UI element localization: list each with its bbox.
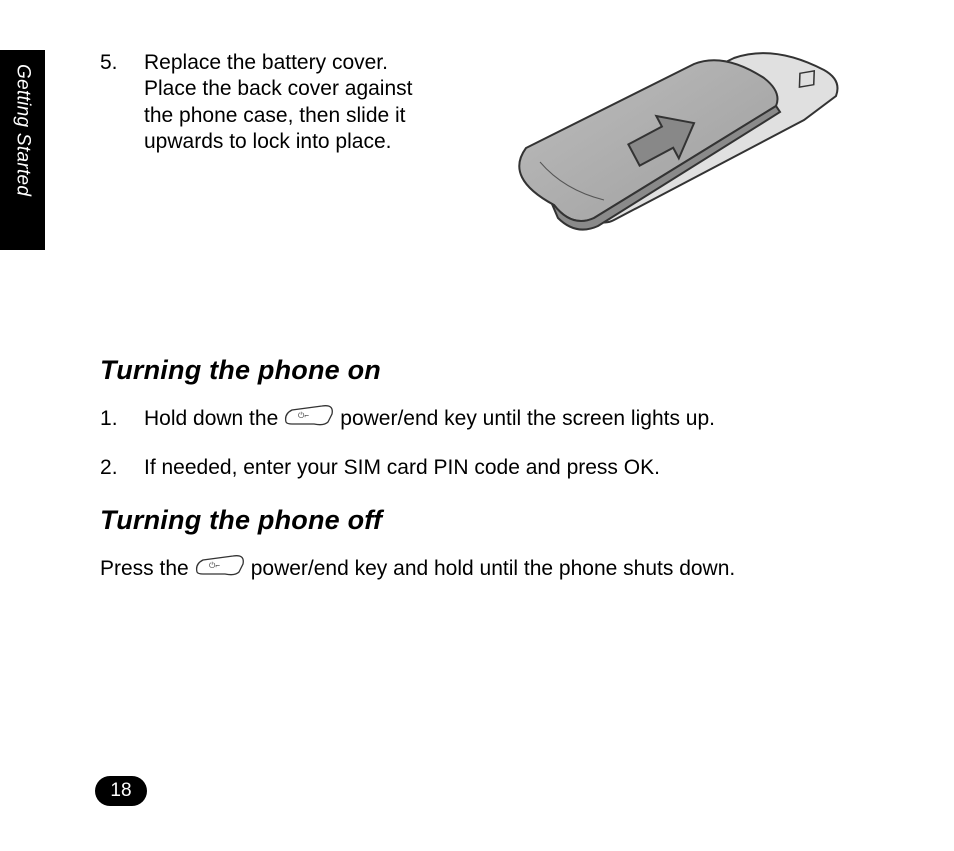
turning-on-steps: Hold down the ⏻⌐ power/end key until the… xyxy=(100,404,894,483)
on-step-1: Hold down the ⏻⌐ power/end key until the… xyxy=(100,404,894,434)
svg-text:⏻⌐: ⏻⌐ xyxy=(298,411,309,420)
off-post: power/end key and hold until the phone s… xyxy=(251,555,736,583)
turning-off-body: Press the ⏻⌐ power/end key and hold unti… xyxy=(100,554,894,584)
page-content: 5. Replace the battery cover. Place the … xyxy=(100,50,894,584)
on-step-2-text: If needed, enter your SIM card PIN code … xyxy=(144,454,660,482)
battery-cover-illustration-icon xyxy=(464,50,854,270)
page-number: 18 xyxy=(110,780,131,802)
step-number: 5. xyxy=(100,50,144,155)
power-end-key-icon: ⏻⌐ xyxy=(284,404,334,434)
page-number-badge: 18 xyxy=(95,776,147,806)
on-step-1-pre: Hold down the xyxy=(144,405,278,433)
heading-turning-off: Turning the phone off xyxy=(100,505,894,536)
power-end-key-icon: ⏻⌐ xyxy=(195,554,245,584)
sidebar-label: Getting Started xyxy=(12,64,34,196)
step-5: 5. Replace the battery cover. Place the … xyxy=(100,50,434,155)
off-pre: Press the xyxy=(100,555,189,583)
heading-turning-on: Turning the phone on xyxy=(100,355,894,386)
svg-text:⏻⌐: ⏻⌐ xyxy=(209,561,220,570)
on-step-1-post: power/end key until the screen lights up… xyxy=(340,405,715,433)
sidebar-tab: Getting Started xyxy=(0,50,45,250)
phone-illustration xyxy=(464,50,854,275)
step-5-row: 5. Replace the battery cover. Place the … xyxy=(100,50,894,275)
on-step-2: If needed, enter your SIM card PIN code … xyxy=(100,454,894,482)
manual-page: Getting Started 5. Replace the battery c… xyxy=(0,0,954,851)
step-text: Replace the battery cover. Place the bac… xyxy=(144,50,434,155)
